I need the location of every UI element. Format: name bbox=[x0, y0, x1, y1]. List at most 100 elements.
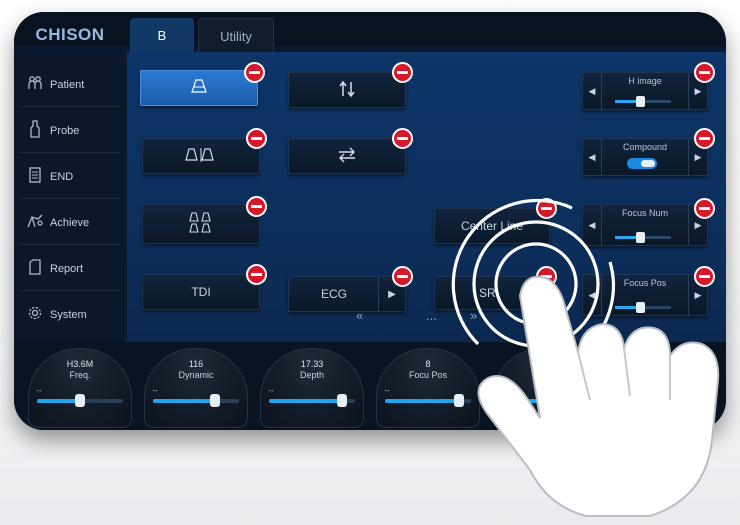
focus-num-spinner[interactable]: ◀ Focus Num ▶ bbox=[582, 204, 708, 246]
freq-control[interactable]: H3.6M Freq. ↔ bbox=[28, 348, 132, 428]
sidebar-item-label: System bbox=[50, 309, 87, 321]
sidebar-item-end[interactable]: END bbox=[20, 156, 120, 199]
tab-b[interactable]: B bbox=[130, 18, 194, 52]
decrease-arrow-icon[interactable]: ◀ bbox=[583, 275, 602, 315]
range-mark: ↔ bbox=[267, 385, 275, 394]
compound-toggle[interactable] bbox=[627, 158, 657, 169]
range-mark: ↔ bbox=[383, 385, 391, 394]
dynamic-control[interactable]: 116 Dynamic ↔ bbox=[144, 348, 248, 428]
h-image-spinner[interactable]: ◀ H image ▶ bbox=[582, 72, 708, 110]
tdi-button[interactable]: TDI bbox=[142, 274, 260, 310]
remove-swap-button[interactable] bbox=[392, 128, 413, 149]
remove-dual-image-button[interactable] bbox=[246, 128, 267, 149]
zoom-value: 1 bbox=[541, 359, 547, 369]
quad-image-button[interactable] bbox=[142, 204, 260, 244]
focus-num-knob[interactable] bbox=[636, 232, 646, 243]
sidebar-item-probe[interactable]: Probe bbox=[20, 110, 120, 153]
decrease-arrow-icon[interactable]: ◀ bbox=[583, 73, 602, 109]
depth-value: 17.33 bbox=[300, 359, 324, 369]
depth-control[interactable]: 17.33 Depth ↔ bbox=[260, 348, 364, 428]
freq-thumb[interactable] bbox=[75, 394, 85, 407]
zoom-control[interactable]: 1 Zo ↔ bbox=[492, 348, 596, 428]
remove-tdi-button[interactable] bbox=[246, 264, 267, 285]
focus-pos-value: 8 bbox=[425, 359, 431, 369]
patient-icon bbox=[20, 75, 50, 96]
sidebar-item-label: Patient bbox=[50, 79, 85, 91]
freq-fill bbox=[37, 399, 80, 403]
zoom-slider[interactable] bbox=[501, 394, 587, 407]
focus-pos-thumb[interactable] bbox=[453, 394, 464, 407]
remove-ecg-button[interactable] bbox=[392, 266, 413, 287]
remove-sr-button[interactable] bbox=[536, 266, 557, 287]
remove-single-image-button[interactable] bbox=[244, 62, 265, 83]
dual-image-button[interactable] bbox=[142, 138, 260, 174]
tdi-label: TDI bbox=[191, 285, 211, 299]
sidebar: Patient Probe END Achieve Report System bbox=[14, 58, 124, 342]
depth-fill bbox=[269, 399, 343, 403]
compound-spinner[interactable]: ◀ Compound ▶ bbox=[582, 138, 708, 176]
dynamic-slider[interactable] bbox=[153, 394, 239, 407]
remove-compound-spinner[interactable] bbox=[694, 128, 715, 149]
ecg-button[interactable]: ECG ▶ bbox=[288, 276, 406, 312]
depth-thumb[interactable] bbox=[337, 394, 348, 407]
remove-flip-button[interactable] bbox=[392, 62, 413, 83]
focus-pos-track[interactable] bbox=[615, 302, 671, 313]
report-icon bbox=[20, 258, 50, 280]
focus-pos-control[interactable]: 8 Focu Pos ↔ bbox=[376, 348, 480, 428]
sidebar-item-report[interactable]: Report bbox=[20, 248, 120, 291]
dynamic-label: Dynamic bbox=[178, 370, 214, 380]
focus-num-track[interactable] bbox=[615, 232, 671, 243]
sidebar-item-label: Achieve bbox=[50, 217, 90, 229]
focus-pos-slider-fill bbox=[385, 399, 459, 403]
compound-label: Compound bbox=[622, 142, 668, 152]
focus-pos-label: Focus Pos bbox=[623, 278, 667, 288]
single-probe-icon bbox=[188, 78, 210, 99]
single-image-button[interactable] bbox=[140, 70, 258, 106]
tab-utility[interactable]: Utility bbox=[198, 18, 274, 53]
sr-label: SR bbox=[479, 286, 496, 300]
sidebar-item-label: Probe bbox=[50, 125, 80, 137]
decrease-arrow-icon[interactable]: ◀ bbox=[583, 139, 602, 175]
left-right-arrows-icon bbox=[336, 146, 358, 167]
page-next-button[interactable]: » bbox=[470, 308, 477, 323]
sr-button[interactable]: SR bbox=[434, 276, 548, 310]
dynamic-fill bbox=[153, 399, 215, 403]
dynamic-thumb[interactable] bbox=[209, 394, 220, 407]
quad-probe-icon bbox=[188, 211, 214, 238]
sidebar-item-achieve[interactable]: Achieve bbox=[20, 202, 120, 245]
sidebar-item-patient[interactable]: Patient bbox=[20, 64, 120, 107]
h-image-label: H image bbox=[628, 76, 662, 86]
flip-button[interactable] bbox=[288, 72, 406, 108]
archive-icon bbox=[20, 213, 50, 234]
h-image-knob[interactable] bbox=[636, 96, 646, 107]
document-icon bbox=[20, 166, 50, 188]
dynamic-value: 116 bbox=[188, 359, 204, 369]
depth-slider[interactable] bbox=[269, 394, 355, 407]
ecg-label: ECG bbox=[320, 287, 347, 301]
remove-focus-pos-spinner[interactable] bbox=[694, 266, 715, 287]
sidebar-item-system[interactable]: System bbox=[20, 294, 120, 336]
remove-h-image-spinner[interactable] bbox=[694, 62, 715, 83]
page-prev-button[interactable]: « bbox=[356, 308, 363, 323]
focus-pos-slider[interactable] bbox=[385, 394, 471, 407]
range-mark: ↔ bbox=[499, 385, 507, 394]
zoom-label: Zo bbox=[538, 370, 550, 380]
freq-value: H3.6M bbox=[66, 359, 94, 369]
swap-button[interactable] bbox=[288, 138, 406, 174]
decrease-arrow-icon[interactable]: ◀ bbox=[583, 205, 602, 245]
center-line-label: Center Line bbox=[460, 219, 524, 233]
ultrasound-touch-screen: CHISON B Utility Patient Probe END Achie… bbox=[14, 12, 726, 430]
remove-center-line-button[interactable] bbox=[536, 198, 557, 219]
focus-pos-spinner[interactable]: ◀ Focus Pos ▶ bbox=[582, 274, 708, 316]
h-image-track[interactable] bbox=[615, 96, 671, 107]
freq-label: Freq. bbox=[69, 370, 91, 380]
sidebar-item-label: END bbox=[50, 171, 74, 183]
remove-focus-num-spinner[interactable] bbox=[694, 198, 715, 219]
zoom-fill bbox=[501, 399, 544, 403]
focus-pos-knob[interactable] bbox=[636, 302, 646, 313]
up-down-arrows-icon bbox=[336, 80, 358, 101]
freq-slider[interactable] bbox=[37, 394, 123, 407]
remove-quad-image-button[interactable] bbox=[246, 196, 267, 217]
zoom-thumb[interactable] bbox=[539, 394, 549, 407]
center-line-button[interactable]: Center Line bbox=[434, 208, 550, 244]
